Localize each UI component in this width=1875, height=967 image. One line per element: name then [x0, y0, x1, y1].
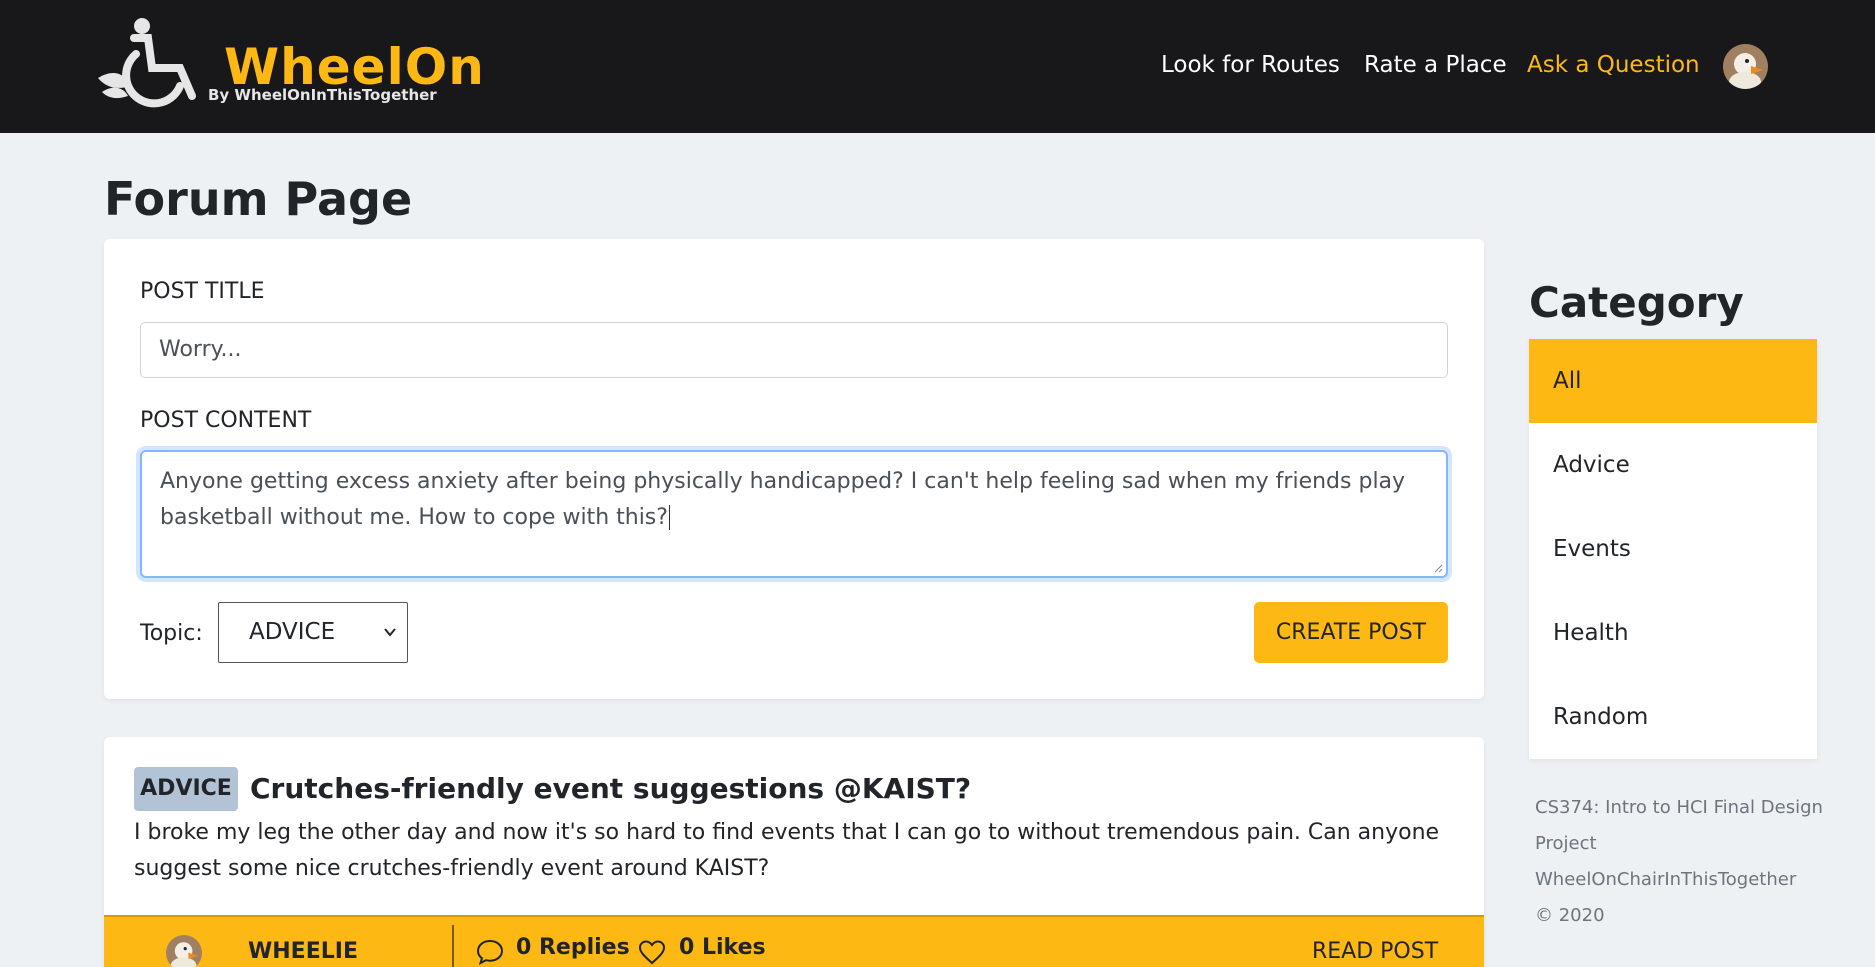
- post-content-label: POST CONTENT: [140, 408, 312, 433]
- navbar: WheelOn By WheelOnInThisTogether Look fo…: [0, 0, 1875, 133]
- brand-tagline: By WheelOnInThisTogether: [208, 86, 437, 104]
- post-likes-count[interactable]: 0 Likes: [679, 935, 766, 960]
- duck-avatar-icon: [166, 935, 202, 967]
- category-item-random[interactable]: Random: [1529, 675, 1817, 759]
- footer-divider: [452, 925, 454, 967]
- credits-line-copyright: © 2020: [1535, 905, 1605, 926]
- category-item-all[interactable]: All: [1529, 339, 1817, 423]
- nav-link-rate-a-place[interactable]: Rate a Place: [1364, 52, 1507, 78]
- post-topic-badge: ADVICE: [134, 767, 238, 811]
- post-replies-count[interactable]: 0 Replies: [516, 935, 630, 960]
- post-title-value: Worry...: [159, 337, 242, 362]
- topic-select[interactable]: ADVICE: [218, 602, 408, 663]
- post-card: ADVICE Crutches-friendly event suggestio…: [104, 737, 1484, 967]
- post-content-value: Anyone getting excess anxiety after bein…: [160, 469, 1406, 530]
- post-body: I broke my leg the other day and now it'…: [134, 820, 1440, 881]
- post-title-label: POST TITLE: [140, 279, 265, 304]
- credits-footer: CS374: Intro to HCI Final Design Project…: [1535, 790, 1825, 934]
- post-author[interactable]: WHEELIE: [248, 939, 358, 964]
- post-content-textarea[interactable]: Anyone getting excess anxiety after bein…: [140, 450, 1448, 578]
- user-avatar[interactable]: [1723, 44, 1768, 89]
- create-post-button[interactable]: CREATE POST: [1254, 602, 1448, 663]
- category-item-advice[interactable]: Advice: [1529, 423, 1817, 507]
- brand-logo[interactable]: WheelOn By WheelOnInThisTogether: [96, 16, 484, 112]
- resize-handle-icon[interactable]: [1433, 563, 1443, 573]
- create-post-card: POST TITLE Worry... POST CONTENT Anyone …: [104, 239, 1484, 699]
- chevron-down-icon: [384, 628, 396, 637]
- nav-link-look-for-routes[interactable]: Look for Routes: [1161, 52, 1340, 78]
- post-footer: WHEELIE 0 Replies 0 Likes READ POST: [104, 915, 1484, 967]
- read-post-button[interactable]: READ POST: [1312, 939, 1438, 964]
- category-item-health[interactable]: Health: [1529, 591, 1817, 675]
- post-title[interactable]: Crutches-friendly event suggestions @KAI…: [250, 769, 971, 809]
- page-title: Forum Page: [104, 172, 413, 226]
- credits-line-team: WheelOnChairInThisTogether: [1535, 869, 1797, 890]
- topic-label: Topic:: [140, 621, 203, 646]
- nav-link-ask-a-question[interactable]: Ask a Question: [1527, 52, 1700, 78]
- category-item-events[interactable]: Events: [1529, 507, 1817, 591]
- topic-selected-value: ADVICE: [249, 619, 336, 645]
- post-title-input[interactable]: Worry...: [140, 322, 1448, 378]
- credits-line-course: CS374: Intro to HCI Final Design Project: [1535, 797, 1823, 854]
- wheelchair-logo-icon: [98, 18, 196, 108]
- comment-icon[interactable]: [476, 939, 504, 965]
- author-avatar[interactable]: [166, 935, 202, 967]
- category-list: All Advice Events Health Random: [1529, 339, 1817, 759]
- heart-icon[interactable]: [638, 939, 666, 965]
- category-title: Category: [1529, 278, 1744, 327]
- duck-avatar-icon: [1723, 44, 1768, 89]
